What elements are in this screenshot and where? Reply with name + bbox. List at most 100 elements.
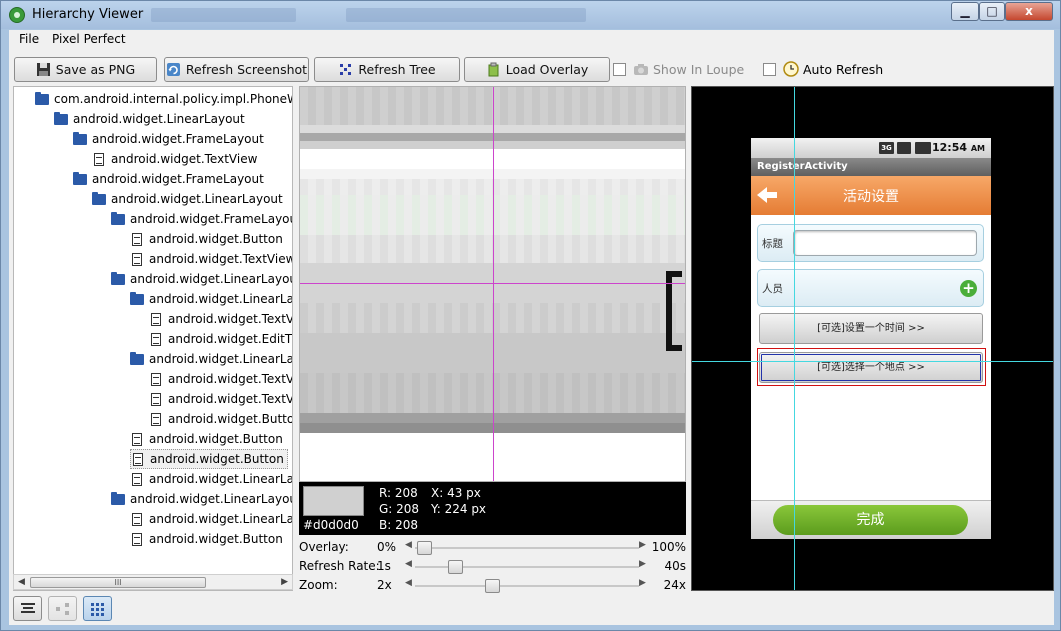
scroll-right-icon[interactable]: ▶ — [281, 577, 288, 587]
tree-node[interactable]: android.widget.TextV — [149, 309, 292, 329]
slider-left-arrow-icon[interactable]: ◀ — [405, 559, 412, 569]
tree-view-button[interactable] — [48, 596, 77, 621]
close-button[interactable]: x — [1005, 2, 1053, 21]
loupe-crosshair-horizontal — [300, 283, 685, 284]
document-icon — [132, 432, 142, 446]
document-icon — [151, 332, 161, 346]
view-hierarchy-tree: com.android.internal.policy.impl.PhoneW a… — [13, 86, 293, 591]
tree-node[interactable]: android.widget.Butto — [149, 409, 292, 429]
folder-icon — [35, 91, 49, 105]
list-view-button[interactable] — [13, 596, 42, 621]
save-as-png-button[interactable]: Save as PNG — [14, 57, 157, 82]
overlay-min: 0% — [377, 540, 397, 554]
network-3g-icon: 3G — [879, 142, 894, 154]
show-in-loupe-label: Show In Loupe — [653, 62, 745, 77]
minimize-button[interactable]: ▁ — [951, 2, 979, 21]
loupe-icon — [634, 64, 648, 75]
pixel-r: R: 208 — [379, 486, 418, 500]
title-field-label: 标题 — [762, 238, 783, 250]
tree-node-label: android.widget.LinearLayout — [73, 112, 245, 126]
tree-node-label: android.widget.Button — [150, 452, 284, 466]
tree-node[interactable]: android.widget.LinearLa — [130, 349, 293, 369]
tree-node-label: android.widget.LinearLayout — [111, 192, 283, 206]
document-icon — [132, 252, 142, 266]
menu-pixel-perfect[interactable]: Pixel Perfect — [52, 32, 126, 46]
document-icon — [133, 452, 143, 466]
scrollbar-thumb[interactable]: III — [30, 577, 206, 588]
tree-node[interactable]: android.widget.Button — [130, 449, 288, 469]
document-icon — [132, 512, 142, 526]
done-button[interactable]: 完成 — [773, 505, 968, 535]
tree-node[interactable]: android.widget.TextView — [130, 249, 292, 269]
tree-node-label: android.widget.FrameLayout — [92, 132, 264, 146]
tree-node[interactable]: android.widget.LinearLayout — [92, 189, 283, 209]
tree-node[interactable]: android.widget.FrameLayout — [73, 169, 264, 189]
folder-icon — [111, 491, 125, 505]
slider-right-arrow-icon[interactable]: ▶ — [639, 540, 646, 550]
zoom-slider-knob[interactable] — [484, 579, 500, 593]
pixel-loupe[interactable] — [299, 86, 686, 482]
tree-node[interactable]: com.android.internal.policy.impl.PhoneW — [35, 89, 292, 109]
tree-node[interactable]: android.widget.TextView — [92, 149, 257, 169]
tree-node[interactable]: android.widget.LinearLayou — [111, 489, 292, 509]
tree-node[interactable]: android.widget.Button — [130, 429, 283, 449]
refresh-screenshot-button[interactable]: Refresh Screenshot — [164, 57, 309, 82]
title-input[interactable] — [793, 230, 977, 256]
tree-horizontal-scrollbar[interactable]: ◀ III ▶ — [13, 574, 293, 590]
tree-node-label: android.widget.FrameLayout — [92, 172, 264, 186]
document-icon — [132, 472, 142, 486]
tree-node[interactable]: android.widget.Button — [130, 529, 283, 549]
device-screenshot-preview[interactable]: 3G 12:54 AM RegisterActivity 活动设置 标题 人员 … — [691, 86, 1054, 591]
tree-node[interactable]: android.widget.LinearLa — [130, 509, 292, 529]
tree-node[interactable]: android.widget.LinearLayout — [54, 109, 245, 129]
tree-node[interactable]: android.widget.TextV — [149, 369, 292, 389]
save-as-png-label: Save as PNG — [55, 62, 136, 77]
tree-node[interactable]: android.widget.FrameLayou — [111, 209, 292, 229]
tree-node-label: android.widget.EditT — [168, 332, 293, 346]
pixel-perfect-view-button[interactable] — [83, 596, 112, 621]
auto-refresh-checkbox[interactable] — [763, 63, 776, 76]
maximize-button[interactable]: □ — [979, 2, 1005, 21]
signal-icon — [897, 142, 911, 154]
tree-node[interactable]: android.widget.Button — [130, 229, 283, 249]
tree-node[interactable]: android.widget.LinearLayou — [111, 269, 292, 289]
client-area: Save as PNG Refresh Screenshot Refresh T… — [9, 50, 1054, 625]
tree-node[interactable]: android.widget.LinearLa — [130, 469, 292, 489]
tree-node-label: android.widget.Button — [149, 432, 283, 446]
tree-node[interactable]: android.widget.EditT — [149, 329, 292, 349]
tree-node-label: android.widget.LinearLa — [149, 292, 293, 306]
window-title: Hierarchy Viewer — [32, 7, 144, 22]
slider-right-arrow-icon[interactable]: ▶ — [639, 578, 646, 588]
phone-header-title: 活动设置 — [843, 189, 899, 205]
app-icon — [9, 7, 25, 23]
add-person-icon[interactable]: + — [960, 280, 977, 297]
overlay-slider-knob[interactable] — [417, 541, 432, 555]
tree-node[interactable]: android.widget.FrameLayout — [73, 129, 264, 149]
taskbar-ghost — [346, 8, 586, 22]
refresh-tree-button[interactable]: Refresh Tree — [314, 57, 460, 82]
refresh-rate-slider-knob[interactable] — [447, 560, 463, 574]
document-icon — [151, 412, 161, 426]
refresh-screenshot-label: Refresh Screenshot — [185, 62, 308, 77]
pixel-hex: #d0d0d0 — [303, 518, 359, 532]
slider-left-arrow-icon[interactable]: ◀ — [405, 540, 412, 550]
overlay-max: 100% — [651, 540, 686, 554]
title-field-row: 标题 — [757, 224, 984, 262]
document-icon — [151, 392, 161, 406]
menu-file[interactable]: File — [19, 32, 39, 46]
tree-node[interactable]: android.widget.TextV — [149, 389, 292, 409]
hierarchy-viewer-window: Hierarchy Viewer ▁ □ x File Pixel Perfec… — [0, 0, 1061, 631]
load-overlay-button[interactable]: Load Overlay — [464, 57, 610, 82]
scroll-left-icon[interactable]: ◀ — [18, 577, 25, 587]
pixel-perfect-icon — [91, 603, 104, 616]
tree-node-label: android.widget.LinearLa — [149, 352, 293, 366]
folder-icon — [73, 171, 87, 185]
refresh-rate-min: 1s — [377, 559, 391, 573]
pixel-b: B: 208 — [379, 518, 418, 532]
show-in-loupe-checkbox[interactable] — [613, 63, 626, 76]
set-time-button[interactable]: [可选]设置一个时间 >> — [759, 313, 983, 344]
phone-header: 活动设置 — [751, 176, 991, 215]
tree-node[interactable]: android.widget.LinearLa — [130, 289, 293, 309]
slider-right-arrow-icon[interactable]: ▶ — [639, 559, 646, 569]
slider-left-arrow-icon[interactable]: ◀ — [405, 578, 412, 588]
